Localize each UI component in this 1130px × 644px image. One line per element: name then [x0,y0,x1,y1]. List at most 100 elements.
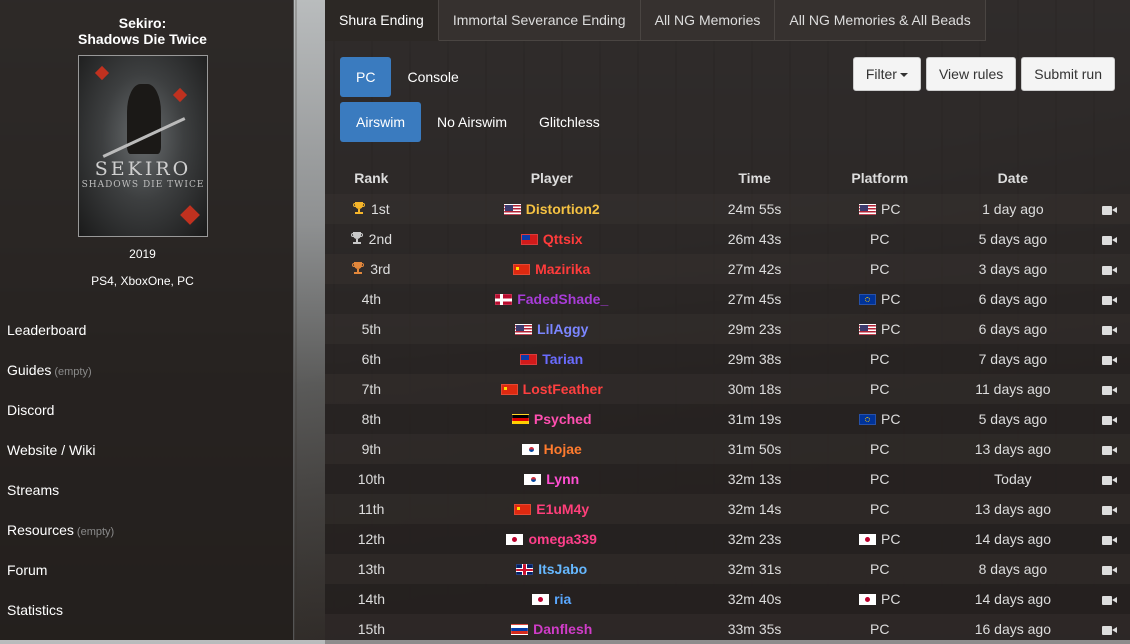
platform-cell: PC [823,554,937,584]
platform-cell: PC [823,284,936,314]
player-cell: LilAggy [417,314,686,344]
video-camera-icon[interactable] [1102,415,1118,425]
video-camera-icon[interactable] [1102,535,1118,545]
table-row[interactable]: 3rd Mazirika 27m 42s PC 3 days ago [325,254,1130,284]
flag-cn-icon [513,264,531,275]
time-cell: 31m 50s [685,434,824,464]
flag-ru-icon [511,624,529,635]
table-row[interactable]: 7th LostFeather 30m 18s PC 11 days ago [325,374,1130,404]
sidebar-item-resources[interactable]: Resources (empty) [7,520,114,560]
table-row[interactable]: 5th LilAggy 29m 23s PC 6 days ago [325,314,1130,344]
table-row[interactable]: 12th omega339 32m 23s PC 14 days ago [325,524,1130,554]
flag-kr-icon [524,474,542,485]
flag-tw-icon [520,234,538,245]
player-link[interactable]: ria [554,591,571,607]
table-row[interactable]: 11th E1uM4y 32m 14s PC 13 days ago [325,494,1130,524]
video-camera-icon[interactable] [1102,235,1118,245]
filter-dropdown-button[interactable]: Filter [852,57,921,91]
table-row[interactable]: 14th ria 32m 40s PC 14 days ago [325,584,1130,614]
player-link[interactable]: Qttsix [543,231,583,247]
col-player[interactable]: Player [418,162,686,194]
platform-filter-console[interactable]: Console [391,57,474,97]
sidebar-item-statistics[interactable]: Statistics [7,600,114,640]
date-cell: 3 days ago [936,254,1090,284]
game-cover-image[interactable]: SEKIRO SHADOWS DIE TWICE [78,55,208,237]
col-date[interactable]: Date [936,162,1089,194]
table-row[interactable]: 13th ItsJabo 32m 31s PC 8 days ago [325,554,1130,584]
tab-3[interactable]: All NG Memories & All Beads [775,0,986,41]
player-link[interactable]: FadedShade_ [517,291,608,307]
video-cell [1090,464,1130,494]
col-platform[interactable]: Platform [823,162,936,194]
tab-1[interactable]: Immortal Severance Ending [438,0,641,41]
flag-jp-icon [506,534,524,545]
rank-cell: 8th [325,404,418,434]
rank-text: 14th [357,591,385,607]
view-rules-button[interactable]: View rules [925,57,1017,91]
player-link[interactable]: Hojae [544,441,582,457]
sidebar-item-forum[interactable]: Forum [7,560,114,600]
player-link[interactable]: ItsJabo [538,561,587,577]
player-link[interactable]: Distortion2 [526,201,600,217]
subcategory-filter-airswim[interactable]: Airswim [340,102,421,142]
region-jp-icon [859,594,877,605]
sidebar-item-website-wiki[interactable]: Website / Wiki [7,440,114,480]
rank-text: 9th [361,441,382,457]
col-time[interactable]: Time [686,162,824,194]
player-link[interactable]: Danflesh [533,621,592,637]
video-camera-icon[interactable] [1102,475,1118,485]
sidebar-item-leaderboard[interactable]: Leaderboard [7,320,114,360]
player-link[interactable]: Lynn [546,471,579,487]
video-cell [1089,194,1130,224]
col-rank[interactable]: Rank [325,162,418,194]
video-camera-icon[interactable] [1102,595,1118,605]
subcategory-filter-glitchless[interactable]: Glitchless [523,102,616,142]
table-row[interactable]: 1st Distortion2 24m 55s PC 1 day ago [325,194,1130,224]
tab-2[interactable]: All NG Memories [640,0,776,41]
player-cell: Hojae [417,434,686,464]
flag-us-icon [515,324,533,335]
player-link[interactable]: omega339 [528,531,596,547]
video-camera-icon[interactable] [1102,445,1118,455]
table-row[interactable]: 4th FadedShade_ 27m 45s PC 6 days ago [325,284,1130,314]
video-camera-icon[interactable] [1102,205,1118,215]
table-row[interactable]: 9th Hojae 31m 50s PC 13 days ago [325,434,1130,464]
video-camera-icon[interactable] [1102,325,1118,335]
table-row[interactable]: 2nd Qttsix 26m 43s PC 5 days ago [325,224,1130,254]
rank-cell: 10th [325,464,418,494]
player-link[interactable]: LilAggy [537,321,588,337]
player-link[interactable]: Psyched [534,411,592,427]
subcategory-filter-no-airswim[interactable]: No Airswim [421,102,523,142]
table-row[interactable]: 6th Tarian 29m 38s PC 7 days ago [325,344,1130,374]
video-camera-icon[interactable] [1102,295,1118,305]
date-cell: 11 days ago [936,374,1090,404]
video-camera-icon[interactable] [1102,625,1118,635]
platform-cell: PC [823,314,937,344]
video-camera-icon[interactable] [1102,265,1118,275]
sidebar-item-discord[interactable]: Discord [7,400,114,440]
subcategory-filter: Airswim No Airswim Glitchless [340,102,616,142]
submit-run-button[interactable]: Submit run [1021,57,1115,91]
rank-text: 13th [357,561,385,577]
player-link[interactable]: Mazirika [535,261,590,277]
leaderboard-table: Rank Player Time Platform Date 1st Distor… [325,162,1130,644]
sidebar-item-guides[interactable]: Guides (empty) [7,360,114,400]
video-camera-icon[interactable] [1102,565,1118,575]
platform-filter-pc[interactable]: PC [340,57,392,97]
video-camera-icon[interactable] [1102,385,1118,395]
player-link[interactable]: Tarian [542,351,583,367]
player-link[interactable]: E1uM4y [536,501,589,517]
table-row[interactable]: 10th Lynn 32m 13s PC Today [325,464,1130,494]
flag-cn-icon [500,384,518,395]
platform-text: PC [870,231,890,247]
video-camera-icon[interactable] [1102,505,1118,515]
rank-cell: 9th [325,434,418,464]
video-camera-icon[interactable] [1102,355,1118,365]
tab-0[interactable]: Shura Ending [325,0,439,41]
player-cell: omega339 [418,524,686,554]
table-row[interactable]: 8th Psyched 31m 19s PC 5 days ago [325,404,1130,434]
player-link[interactable]: LostFeather [523,381,603,397]
sidebar-item-streams[interactable]: Streams [7,480,114,520]
date-cell: 13 days ago [936,494,1090,524]
cover-leaf [94,65,110,81]
